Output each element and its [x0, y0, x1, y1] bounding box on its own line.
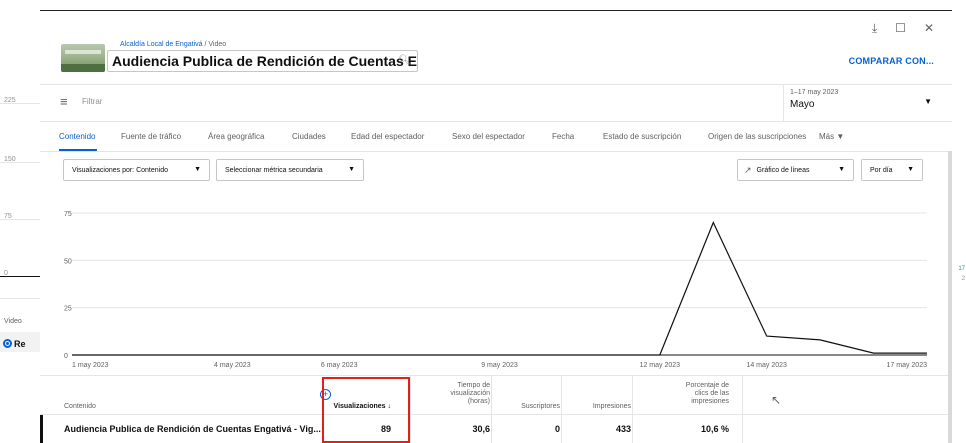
chevron-down-icon: ▼: [194, 166, 201, 173]
radio-icon[interactable]: [3, 339, 12, 348]
bg-row-label: Re: [14, 339, 26, 349]
y-tick-label: 75: [64, 211, 72, 218]
filter-bar: ≡ Filtrar 1–17 may 2023 Mayo ▼: [40, 84, 952, 122]
x-tick-label: 14 may 2023: [746, 362, 787, 369]
tab-origen-de-las-suscripciones[interactable]: Origen de las suscripciones: [708, 132, 806, 141]
y-tick-label: 25: [64, 306, 72, 313]
header-line: clics de las: [694, 390, 729, 397]
x-tick-label: 4 may 2023: [214, 362, 251, 369]
tab-sexo-del-espectador[interactable]: Sexo del espectador: [452, 132, 525, 141]
views-by-label: Visualizaciones por: Contenido: [72, 166, 168, 174]
compare-button[interactable]: COMPARAR CON...: [849, 56, 934, 66]
header-visualizaciones[interactable]: Visualizaciones ↓: [327, 403, 391, 411]
bg-right-tick: 17: [958, 266, 965, 272]
header-line: visualización: [450, 390, 490, 397]
cell-views: 89: [380, 424, 391, 434]
bg-gridline: [0, 219, 40, 220]
scrollbar[interactable]: [948, 151, 952, 443]
filter-icon[interactable]: ≡: [60, 94, 68, 109]
dialog-actions: ⤓ ☐ ✕: [872, 21, 934, 36]
chevron-down-icon: ▼: [838, 166, 845, 173]
tab-estado-de-suscripcion[interactable]: Estado de suscripción: [603, 132, 681, 141]
header-visualizaciones-label: Visualizaciones: [333, 403, 386, 410]
feedback-icon[interactable]: ☐: [895, 21, 906, 36]
chevron-down-icon: ▼: [924, 97, 932, 106]
cell-title[interactable]: Audiencia Publica de Rendición de Cuenta…: [64, 424, 321, 434]
cell-ctr: 10,6 %: [700, 424, 729, 434]
close-icon[interactable]: ✕: [924, 21, 934, 36]
header-contenido[interactable]: Contenido: [64, 403, 96, 411]
header-tiempo-de-visualizacion[interactable]: Tiempo de visualización (horas): [412, 382, 490, 406]
header-line: impresiones: [691, 398, 729, 405]
chevron-down-icon: ▼: [907, 166, 914, 173]
table-row[interactable]: Audiencia Publica de Rendición de Cuenta…: [40, 416, 945, 443]
analytics-dialog: Alcaldía Local de Engativá / Video Audie…: [40, 10, 952, 443]
date-range: 1–17 may 2023: [790, 89, 839, 96]
tab-fecha[interactable]: Fecha: [552, 132, 574, 141]
tab-edad-del-espectador[interactable]: Edad del espectador: [351, 132, 424, 141]
x-tick-label: 12 may 2023: [640, 362, 681, 369]
chevron-down-icon: ▼: [836, 132, 845, 141]
x-tick-label: 6 may 2023: [321, 362, 358, 369]
cell-impressions: 433: [615, 424, 631, 434]
bg-section-label: Video: [4, 318, 22, 325]
tab-mas-label: Más: [819, 132, 835, 141]
date-label: Mayo: [790, 99, 815, 110]
cell-watch-time: 30,6: [472, 424, 490, 434]
header-line: (horas): [467, 398, 490, 405]
background-right-edge: 17 2: [952, 0, 966, 443]
table-header: Contenido Visualizaciones ↓ Tiempo de vi…: [40, 375, 952, 415]
breadcrumb-channel[interactable]: Alcaldía Local de Engativá: [120, 41, 203, 48]
sort-desc-icon: ↓: [387, 403, 392, 410]
tab-fuente-de-trafico[interactable]: Fuente de tráfico: [121, 132, 181, 141]
y-tick-label: 0: [64, 353, 68, 360]
date-picker[interactable]: 1–17 may 2023 Mayo ▼: [783, 85, 952, 121]
header-line: Porcentaje de: [685, 382, 729, 389]
granularity-dropdown[interactable]: Por día ▼: [861, 159, 923, 181]
header-line: Tiempo de: [457, 382, 490, 389]
x-tick-label: 9 may 2023: [481, 362, 518, 369]
chevron-down-icon: ▼: [348, 166, 355, 173]
x-tick-label: 17 may 2023: [887, 362, 928, 369]
bg-divider: [0, 298, 40, 299]
y-tick-label: 50: [64, 258, 72, 265]
header-impresiones[interactable]: Impresiones: [562, 403, 631, 411]
tab-contenido[interactable]: Contenido: [59, 132, 95, 141]
views-line-chart: 0 25 50 75 1 may 2023 4 may 2023 6 may 2023 9 m…: [64, 211, 928, 369]
mouse-cursor-icon: ↖: [771, 393, 782, 407]
video-title: Audiencia Publica de Rendición de Cuenta…: [112, 53, 417, 69]
tab-area-geografica[interactable]: Área geográfica: [208, 132, 264, 141]
breadcrumb: Alcaldía Local de Engativá / Video: [120, 41, 226, 48]
chart-type-label: Gráfico de líneas: [756, 166, 810, 174]
header-suscriptores[interactable]: Suscriptores: [492, 403, 560, 411]
breadcrumb-section: Video: [208, 41, 227, 48]
line-chart-icon: ↗: [744, 164, 752, 175]
chart-type-dropdown[interactable]: ↗ Gráfico de líneas ▼: [737, 159, 854, 181]
secondary-metric-dropdown[interactable]: Seleccionar métrica secundaria ▼: [216, 159, 364, 181]
add-column-icon[interactable]: +: [320, 389, 331, 400]
active-tab-indicator: [59, 149, 97, 151]
bg-gridline: [0, 162, 40, 163]
dimension-tabs: Contenido Fuente de tráfico Área geográf…: [40, 122, 952, 152]
background-page: 225 150 75 0 Video Re: [0, 0, 40, 443]
secondary-metric-label: Seleccionar métrica secundaria: [225, 166, 323, 174]
bg-gridline: [0, 103, 40, 104]
bg-axis-line: [0, 276, 40, 277]
cell-subscribers: 0: [554, 424, 560, 434]
video-thumbnail[interactable]: [61, 44, 105, 72]
download-icon[interactable]: ⤓: [872, 21, 877, 36]
video-selector[interactable]: Audiencia Publica de Rendición de Cuenta…: [107, 50, 418, 72]
search-icon[interactable]: 🔍︎: [398, 55, 411, 66]
granularity-label: Por día: [870, 166, 893, 174]
filter-input[interactable]: Filtrar: [82, 97, 102, 106]
views-by-dropdown[interactable]: Visualizaciones por: Contenido ▼: [63, 159, 210, 181]
tab-ciudades[interactable]: Ciudades: [292, 132, 326, 141]
bg-right-tick: 2: [961, 276, 965, 282]
x-tick-label: 1 may 2023: [72, 362, 109, 369]
tab-mas[interactable]: Más ▼: [819, 132, 844, 141]
header-ctr[interactable]: Porcentaje de clics de las impresiones: [634, 382, 729, 406]
series-line: [72, 221, 927, 356]
